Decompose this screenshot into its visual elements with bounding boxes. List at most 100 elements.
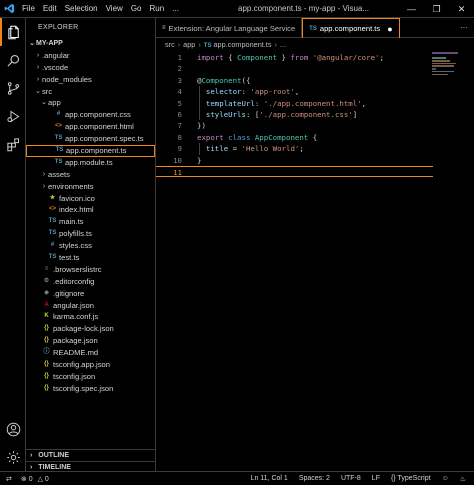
menu-selection[interactable]: Selection <box>61 0 102 18</box>
menu-more[interactable]: ... <box>168 0 183 18</box>
code-editor[interactable]: 1 import { Component } from '@angular/cor… <box>156 52 474 178</box>
file-item[interactable]: # app.component.css <box>26 109 155 121</box>
encoding[interactable]: UTF-8 <box>341 475 361 482</box>
indentation[interactable]: Spaces: 2 <box>299 475 330 482</box>
language-label: TypeScript <box>397 475 431 482</box>
more-actions-icon[interactable]: ··· <box>460 23 468 32</box>
file-item[interactable]: Aangular.json <box>26 300 155 312</box>
breadcrumb-symbol[interactable]: ... <box>280 40 286 49</box>
chevron-right-icon: › <box>36 63 40 71</box>
tree-item-label: test.ts <box>59 253 80 263</box>
feedback-icon[interactable]: ☺ <box>442 475 449 482</box>
language-mode[interactable]: {} TypeScript <box>391 475 431 482</box>
file-item[interactable]: ◆ .gitignore <box>26 288 155 300</box>
tree-item-label: .angular <box>42 50 70 60</box>
workspace-root[interactable]: ⌄ MY-APP <box>26 38 155 50</box>
file-item[interactable]: {} tsconfig.app.json <box>26 359 155 371</box>
source-control-icon[interactable] <box>0 74 26 102</box>
tree-item-label: tsconfig.spec.json <box>53 383 114 393</box>
tree-item-label: app.component.css <box>65 110 131 120</box>
file-item[interactable]: <> index.html <box>26 204 155 216</box>
tab-label: app.component.ts <box>319 24 381 33</box>
close-button[interactable]: ✕ <box>449 0 474 18</box>
file-item[interactable]: TS app.component.ts <box>26 145 155 157</box>
menu-file[interactable]: File <box>18 0 39 18</box>
file-item[interactable]: {} tsconfig.spec.json <box>26 383 155 395</box>
error-icon: ⊗ <box>20 475 27 483</box>
tree-item-label: assets <box>48 169 70 179</box>
unsaved-dot-icon[interactable]: ● <box>387 24 392 34</box>
tree-item-label: app <box>48 98 61 108</box>
file-item[interactable]: TS test.ts <box>26 252 155 264</box>
json-file-icon: {} <box>44 361 49 368</box>
breadcrumb-file[interactable]: app.component.ts <box>213 40 271 49</box>
editor-tabs: ≡ Extension: Angular Language Service TS… <box>156 18 474 38</box>
account-icon[interactable] <box>0 415 26 443</box>
warning-icon: △ <box>37 475 43 483</box>
file-item[interactable]: TS main.ts <box>26 216 155 228</box>
cursor-position[interactable]: Ln 11, Col 1 <box>251 475 288 482</box>
notifications-bell-icon[interactable]: ♨ <box>460 475 466 483</box>
folder-item[interactable]: › node_modules <box>26 74 155 86</box>
menu-view[interactable]: View <box>102 0 127 18</box>
chevron-down-icon: ⌄ <box>41 99 47 107</box>
tab-app-component-ts[interactable]: TS app.component.ts ● <box>302 18 400 38</box>
folder-item[interactable]: › .vscode <box>26 62 155 74</box>
minimize-button[interactable]: — <box>399 0 424 18</box>
menu-bar: File Edit Selection View Go Run ... <box>18 0 183 18</box>
file-item[interactable]: Kkarma.conf.js <box>26 311 155 323</box>
file-item[interactable]: ⓘ README.md <box>26 347 155 359</box>
chevron-right-icon: › <box>30 452 33 459</box>
end-of-line[interactable]: LF <box>372 475 380 482</box>
file-item[interactable]: TS app.module.ts <box>26 157 155 169</box>
file-item[interactable]: {} tsconfig.json <box>26 371 155 383</box>
explorer-icon[interactable] <box>0 18 26 46</box>
file-item[interactable]: TS polyfills.ts <box>26 228 155 240</box>
menu-run[interactable]: Run <box>145 0 168 18</box>
folder-item[interactable]: › .angular <box>26 50 155 62</box>
md-file-icon: ⓘ <box>43 349 50 356</box>
menu-edit[interactable]: Edit <box>39 0 61 18</box>
status-bar: ⇄ ⊗ 0 △ 0 Ln 11, Col 1 Spaces: 2 UTF-8 L… <box>0 471 474 485</box>
remote-icon[interactable]: ⇄ <box>6 475 12 483</box>
file-item[interactable]: {} package.json <box>26 335 155 347</box>
manage-gear-icon[interactable] <box>0 443 26 471</box>
html-file-icon: <> <box>54 123 62 130</box>
folder-item[interactable]: › assets <box>26 169 155 181</box>
line-number: 9 <box>177 144 182 154</box>
code-text: title = 'Hello World'; <box>205 144 304 154</box>
file-item[interactable]: TS app.component.spec.ts <box>26 133 155 145</box>
line-number: 7 <box>177 121 182 131</box>
folder-item[interactable]: › environments <box>26 181 155 193</box>
folder-item[interactable]: ⌄ src <box>26 86 155 98</box>
tab-extension-angular-language-service[interactable]: ≡ Extension: Angular Language Service <box>156 18 303 38</box>
menu-go[interactable]: Go <box>127 0 146 18</box>
file-item[interactable]: {} package-lock.json <box>26 323 155 335</box>
breadcrumb-src[interactable]: src <box>165 40 175 49</box>
file-item[interactable]: ⚙ .editorconfig <box>26 276 155 288</box>
run-debug-icon[interactable] <box>0 102 26 130</box>
file-item[interactable]: ≡ .browserslistrc <box>26 264 155 276</box>
tree-item-label: karma.conf.js <box>53 312 99 322</box>
code-line: 6 styleUrls: ['./app.component.css'] <box>156 109 474 120</box>
chevron-right-icon: › <box>177 40 181 49</box>
file-item[interactable]: ★ favicon.ico <box>26 193 155 205</box>
file-tree: › .angular › .vscode › node_modules ⌄ src ⌄ app # a… <box>26 50 155 395</box>
chevron-right-icon: › <box>198 40 201 49</box>
code-line: 2 <box>156 63 474 74</box>
tree-item-label: .vscode <box>42 62 69 72</box>
outline-section[interactable]: › OUTLINE <box>26 449 156 461</box>
search-icon[interactable] <box>0 46 26 74</box>
file-item[interactable]: <> app.component.html <box>26 121 155 133</box>
problems-indicator[interactable]: ⊗ 0 △ 0 <box>21 475 49 483</box>
extensions-icon[interactable] <box>0 130 26 158</box>
extension-tab-icon: ≡ <box>162 25 166 31</box>
tree-item-label: styles.css <box>59 241 92 251</box>
restore-button[interactable]: ❐ <box>424 0 449 18</box>
file-item[interactable]: # styles.css <box>26 240 155 252</box>
code-line: 9 title = 'Hello World'; <box>156 143 474 154</box>
chevron-right-icon: › <box>274 40 277 49</box>
breadcrumb-app[interactable]: app <box>183 40 195 49</box>
json-file-icon: {} <box>44 337 49 344</box>
folder-item[interactable]: ⌄ app <box>26 97 155 109</box>
